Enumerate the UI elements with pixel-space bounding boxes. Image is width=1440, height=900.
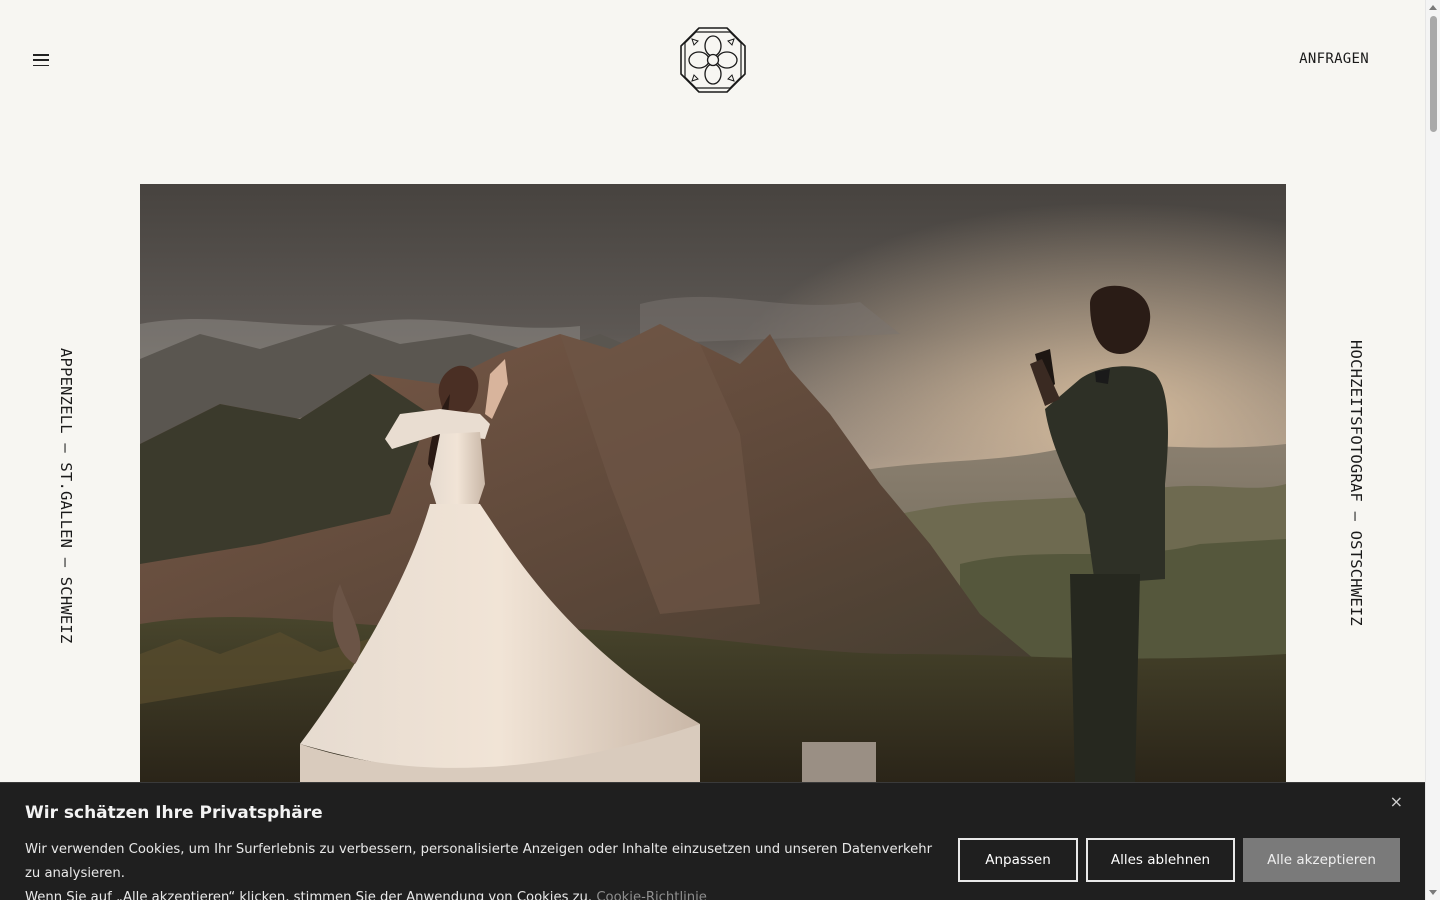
cookie-consent-banner: Wir schätzen Ihre Privatsphäre Wir verwe… bbox=[0, 782, 1425, 900]
flower-emblem-logo[interactable] bbox=[680, 27, 746, 93]
cookie-text-line-1: Wir verwenden Cookies, um Ihr Surferlebn… bbox=[25, 842, 933, 881]
accept-all-button[interactable]: Alle akzeptieren bbox=[1243, 838, 1400, 882]
page-scrollbar[interactable] bbox=[1425, 0, 1440, 900]
cookie-text-line-2: Wenn Sie auf „Alle akzeptieren“ klicken,… bbox=[25, 886, 945, 900]
cookie-banner-title: Wir schätzen Ihre Privatsphäre bbox=[25, 803, 323, 823]
scroll-thumb[interactable] bbox=[1430, 16, 1437, 132]
scroll-down-arrow-icon[interactable] bbox=[1429, 890, 1437, 895]
reject-all-button[interactable]: Alles ablehnen bbox=[1086, 838, 1235, 882]
scroll-up-arrow-icon[interactable] bbox=[1429, 5, 1437, 10]
location-tagline: APPENZELL – ST.GALLEN – SCHWEIZ bbox=[57, 348, 75, 644]
hamburger-menu-icon[interactable] bbox=[33, 52, 51, 68]
inquiry-link[interactable]: ANFRAGEN bbox=[1299, 51, 1369, 67]
cookie-text-line-2-body: Wenn Sie auf „Alle akzeptieren“ klicken,… bbox=[25, 890, 593, 900]
hero-image bbox=[140, 184, 1286, 784]
close-icon[interactable]: × bbox=[1390, 792, 1403, 811]
photographer-tagline: HOCHZEITSFOTOGRAF – OSTSCHWEIZ bbox=[1347, 340, 1365, 626]
cookie-policy-link[interactable]: Cookie-Richtlinie bbox=[596, 890, 707, 900]
wedding-mountain-photo bbox=[140, 184, 1286, 784]
site-header: ANFRAGEN bbox=[0, 0, 1425, 120]
cookie-banner-text: Wir verwenden Cookies, um Ihr Surferlebn… bbox=[25, 838, 945, 900]
customize-button[interactable]: Anpassen bbox=[958, 838, 1078, 882]
